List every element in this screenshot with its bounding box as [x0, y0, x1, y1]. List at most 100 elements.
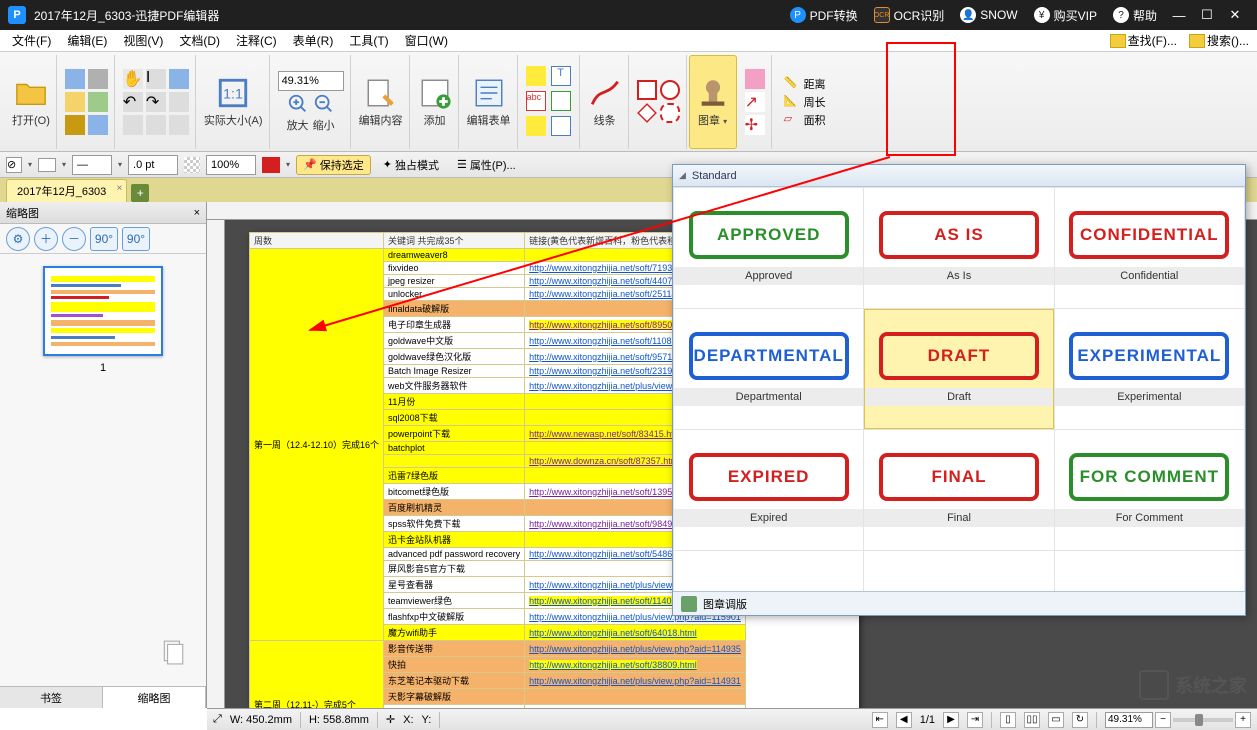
- ocr-button[interactable]: OCROCR识别: [874, 7, 945, 24]
- zoom-slider[interactable]: [1173, 718, 1233, 722]
- page-thumbnail[interactable]: [43, 266, 163, 356]
- menu-item[interactable]: 文件(F): [4, 30, 59, 51]
- note-icon[interactable]: [526, 116, 546, 136]
- scan-icon[interactable]: [88, 92, 108, 112]
- table-link[interactable]: http://www.xitongzhijia.net/soft/25114.h…: [529, 289, 696, 299]
- menu-item[interactable]: 文档(D): [171, 30, 228, 51]
- stamp-option[interactable]: DRAFTDraft: [864, 309, 1053, 429]
- table-link[interactable]: http://www.xitongzhijia.net/soft/38809.h…: [529, 660, 697, 670]
- zoom-in-icon[interactable]: +: [1235, 712, 1251, 728]
- strikeout-icon[interactable]: abc: [526, 91, 546, 111]
- select-tool-icon[interactable]: I: [146, 69, 166, 89]
- stamp-option[interactable]: NOT FOR: [1055, 551, 1244, 591]
- stamp-button[interactable]: 图章 ▾: [689, 55, 737, 149]
- line-style-combo[interactable]: —: [72, 155, 112, 175]
- fill-swatch[interactable]: [38, 158, 56, 172]
- stamp-option[interactable]: DEPARTMENTALDepartmental: [674, 309, 863, 429]
- zoom-out-button[interactable]: 缩小: [313, 93, 335, 133]
- facing-view-icon[interactable]: ▭: [1048, 712, 1064, 728]
- clipboard-icon[interactable]: [65, 115, 85, 135]
- copy-icon[interactable]: [169, 92, 189, 112]
- bookmarks-tab[interactable]: 书签: [0, 687, 103, 708]
- cloud-shape-icon[interactable]: [660, 103, 680, 123]
- options-menu-icon[interactable]: ⚙: [6, 227, 30, 251]
- measure-area[interactable]: ▱面积: [784, 112, 826, 128]
- callout-icon[interactable]: [551, 116, 571, 136]
- find-button[interactable]: 查找(F)...: [1106, 32, 1181, 49]
- panel-close-icon[interactable]: ×: [194, 207, 200, 219]
- first-page-button[interactable]: ⇤: [872, 712, 888, 728]
- zoom-input[interactable]: [1105, 712, 1153, 728]
- nocolor-swatch[interactable]: ⊘: [6, 157, 22, 173]
- stroke-width-input[interactable]: .0 pt: [128, 155, 178, 175]
- eraser-icon[interactable]: [745, 69, 765, 89]
- table-link[interactable]: http://www.downza.cn/soft/87357.html: [529, 456, 680, 466]
- new-tab-button[interactable]: +: [131, 184, 149, 202]
- polygon-shape-icon[interactable]: [637, 103, 657, 123]
- next-page-button[interactable]: ▶: [943, 712, 959, 728]
- actual-size-group[interactable]: 1:1 实际大小(A): [198, 55, 270, 149]
- highlight-icon[interactable]: [526, 66, 546, 86]
- maximize-button[interactable]: ☐: [1193, 5, 1221, 25]
- menu-item[interactable]: 窗口(W): [397, 30, 456, 51]
- continuous-view-icon[interactable]: ▯▯: [1024, 712, 1040, 728]
- stamp-option[interactable]: EXPIREDExpired: [674, 430, 863, 550]
- hand-tool-icon[interactable]: ✋: [123, 69, 143, 89]
- rect-shape-icon[interactable]: [637, 80, 657, 100]
- stamp-option[interactable]: CONFIDENTIALConfidential: [1055, 188, 1244, 308]
- rotate-cw-icon[interactable]: 90°: [122, 227, 150, 251]
- collapse-icon[interactable]: ◢: [679, 170, 686, 181]
- last-page-button[interactable]: ⇥: [967, 712, 983, 728]
- table-link[interactable]: http://www.xitongzhijia.net/soft/9849.ht…: [529, 519, 692, 529]
- keep-selected-toggle[interactable]: 📌保持选定: [296, 155, 371, 175]
- table-link[interactable]: http://www.xitongzhijia.net/plus/view.ph…: [529, 644, 741, 654]
- table-link[interactable]: http://www.xitongzhijia.net/soft/64018.h…: [529, 628, 697, 638]
- cross-arrows-icon[interactable]: ✢: [745, 115, 765, 135]
- print-icon[interactable]: [88, 69, 108, 89]
- edit-content-group[interactable]: 编辑内容: [353, 55, 410, 149]
- stamp-option[interactable]: NOT APPROVED: [864, 551, 1053, 591]
- open-group[interactable]: 打开(O): [6, 55, 57, 149]
- edit-form-group[interactable]: 编辑表单: [461, 55, 518, 149]
- add-group[interactable]: 添加: [412, 55, 459, 149]
- stamp-option[interactable]: AS ISAs Is: [864, 188, 1053, 308]
- menu-item[interactable]: 视图(V): [115, 30, 171, 51]
- oval-shape-icon[interactable]: [660, 80, 680, 100]
- stamp-option[interactable]: EXPERIMENTALExperimental: [1055, 309, 1244, 429]
- stamp-option[interactable]: APPROVEDApproved: [674, 188, 863, 308]
- menu-item[interactable]: 编辑(E): [59, 30, 115, 51]
- opacity-input[interactable]: 100%: [206, 155, 256, 175]
- delete-icon[interactable]: [169, 115, 189, 135]
- document-tab[interactable]: 2017年12月_6303 ×: [6, 179, 127, 202]
- stamp-option[interactable]: FOR PUBLIC: [674, 551, 863, 591]
- table-link[interactable]: http://www.newasp.net/soft/83415.html: [529, 429, 683, 439]
- zoom-in-thumb-icon[interactable]: ＋: [34, 227, 58, 251]
- stamp-option[interactable]: FINALFinal: [864, 430, 1053, 550]
- menu-item[interactable]: 注释(C): [228, 30, 285, 51]
- close-tab-icon[interactable]: ×: [116, 183, 122, 194]
- paste-icon[interactable]: [146, 115, 166, 135]
- mail-icon[interactable]: [65, 92, 85, 112]
- measure-perimeter[interactable]: 📐周长: [784, 94, 826, 110]
- export-icon[interactable]: [88, 115, 108, 135]
- lines-group[interactable]: 线条: [582, 55, 629, 149]
- single-page-view-icon[interactable]: ▯: [1000, 712, 1016, 728]
- arrow-icon[interactable]: ↗: [745, 92, 765, 112]
- text-box-icon[interactable]: T: [551, 66, 571, 86]
- cut-icon[interactable]: [123, 115, 143, 135]
- exclusive-mode-toggle[interactable]: ✦独占模式: [377, 157, 445, 173]
- zoom-combo[interactable]: [278, 71, 344, 91]
- zoom-out-icon[interactable]: −: [1155, 712, 1171, 728]
- stamp-option[interactable]: FOR COMMENTFor Comment: [1055, 430, 1244, 550]
- prev-page-button[interactable]: ◀: [896, 712, 912, 728]
- table-link[interactable]: http://www.xitongzhijia.net/soft/5486.ht…: [529, 549, 692, 559]
- user-menu[interactable]: 👤SNOW: [960, 7, 1017, 23]
- save-icon[interactable]: [65, 69, 85, 89]
- zoom-out-thumb-icon[interactable]: －: [62, 227, 86, 251]
- search-button[interactable]: 搜索()...: [1185, 32, 1253, 49]
- help-button[interactable]: ?帮助: [1113, 7, 1157, 24]
- underline-icon[interactable]: [551, 91, 571, 111]
- measure-distance[interactable]: 📏距离: [784, 76, 826, 92]
- redo-icon[interactable]: ↷: [146, 92, 166, 112]
- rotate-ccw-icon[interactable]: 90°: [90, 227, 118, 251]
